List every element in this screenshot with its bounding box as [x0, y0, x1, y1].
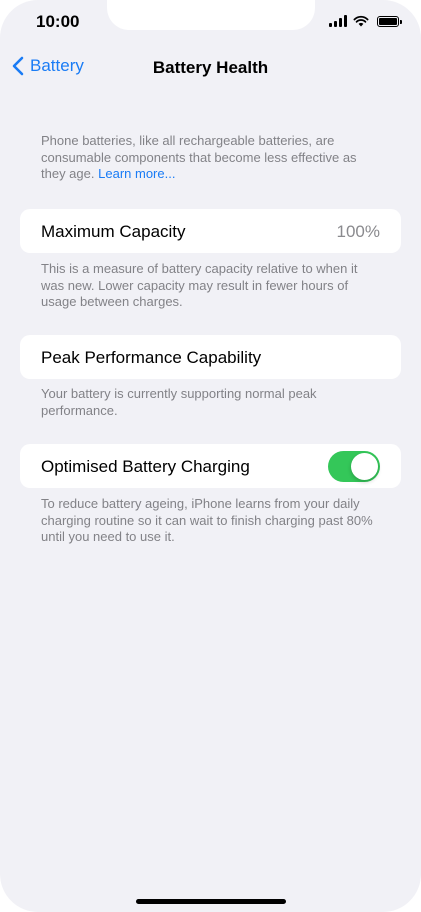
navigation-bar: Battery Battery Health: [0, 54, 421, 82]
intro-description: Phone batteries, like all rechargeable b…: [41, 133, 357, 181]
peak-performance-label: Peak Performance Capability: [41, 348, 262, 367]
peak-performance-row: Peak Performance Capability: [20, 335, 401, 379]
phone-screen: 10:00 Battery Battery Health Phone batte…: [0, 0, 421, 912]
maximum-capacity-footer: This is a measure of battery capacity re…: [41, 261, 358, 309]
maximum-capacity-row: Maximum Capacity 100%: [20, 209, 401, 253]
wifi-icon: [353, 15, 369, 27]
optimised-charging-label: Optimised Battery Charging: [41, 457, 250, 476]
page-title: Battery Health: [152, 58, 269, 77]
battery-status-icon: [377, 15, 402, 27]
notch: [107, 0, 315, 30]
optimised-charging-footer: To reduce battery ageing, iPhone learns …: [41, 496, 373, 544]
learn-more-link[interactable]: Learn more...: [98, 166, 175, 181]
home-indicator[interactable]: [136, 899, 286, 904]
maximum-capacity-value: 100%: [336, 222, 380, 241]
optimised-charging-toggle[interactable]: [328, 451, 380, 482]
intro-text: Phone batteries, like all rechargeable b…: [41, 133, 381, 183]
optimised-charging-row: Optimised Battery Charging: [20, 444, 401, 488]
cellular-signal-icon: [329, 15, 347, 27]
status-icons: [329, 15, 402, 27]
toggle-knob: [351, 453, 378, 480]
peak-performance-footer: Your battery is currently supporting nor…: [41, 386, 317, 418]
maximum-capacity-label: Maximum Capacity: [41, 222, 186, 241]
status-time: 10:00: [36, 12, 80, 31]
